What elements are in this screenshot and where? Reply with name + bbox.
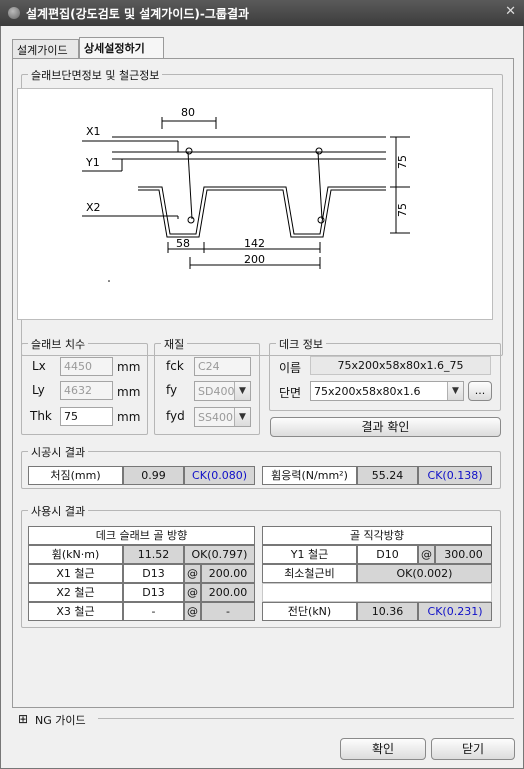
shear-label: 전단(kN)	[262, 602, 357, 621]
slab-dimension-title: 슬래브 치수	[28, 336, 89, 352]
thk-unit: mm	[117, 410, 141, 424]
dialog-client: 설계가이드 상세설정하기 슬래브단면정보 및 철근정보 X1 Y1 X2 80 …	[0, 26, 524, 769]
ok-button[interactable]: 확인	[340, 738, 426, 760]
moment-value: 11.52	[123, 545, 184, 564]
deck-section-value: 75x200x58x80x1.6	[314, 385, 421, 398]
deflection-value: 0.99	[123, 466, 184, 485]
fyd-select[interactable]: SS400 ▼	[194, 407, 251, 427]
ly-unit: mm	[117, 385, 141, 399]
construction-result-title: 시공시 결과	[28, 444, 89, 460]
dim-75-top: 75	[396, 155, 409, 169]
y1-rebar-at: @	[418, 545, 435, 564]
deck-section-label: 단면	[279, 386, 302, 400]
ly-field[interactable]: 4632	[60, 381, 113, 400]
stress-value: 55.24	[357, 466, 418, 485]
close-button[interactable]: 닫기	[431, 738, 515, 760]
min-ratio-label: 최소철근비	[262, 564, 357, 583]
chevron-down-icon[interactable]: ▼	[234, 382, 250, 400]
x3-rebar-spacing: -	[201, 602, 255, 621]
lx-label: Lx	[32, 359, 46, 373]
shear-check: CK(0.231)	[418, 602, 492, 621]
x2-rebar-spacing: 200.00	[201, 583, 255, 602]
x1-rebar-label: X1 철근	[28, 564, 123, 583]
y1-rebar-bar: D10	[357, 545, 418, 564]
dim-142: 142	[244, 237, 265, 250]
dim-200: 200	[244, 253, 265, 266]
x1-rebar-bar: D13	[123, 564, 184, 583]
fck-label: fck	[166, 359, 184, 373]
deck-name-field: 75x200x58x80x1.6_75	[310, 356, 491, 375]
tab-detail-settings[interactable]: 상세설정하기	[79, 37, 164, 58]
fyd-value: SS400	[198, 411, 233, 424]
chevron-down-icon[interactable]: ▼	[234, 408, 250, 426]
x1-label: X1	[86, 125, 101, 138]
close-icon[interactable]: ✕	[505, 4, 516, 19]
ng-guide-label[interactable]: NG 가이드	[35, 712, 86, 728]
divider	[98, 718, 514, 719]
lx-unit: mm	[117, 360, 141, 374]
fyd-label: fyd	[166, 409, 185, 423]
x3-rebar-at: @	[184, 602, 201, 621]
y1-label: Y1	[85, 156, 100, 169]
y1-rebar-label: Y1 철근	[262, 545, 357, 564]
fck-field[interactable]: C24	[194, 357, 251, 376]
dim-58: 58	[176, 237, 190, 250]
deck-section-select[interactable]: 75x200x58x80x1.6 ▼	[310, 381, 464, 401]
stress-check: CK(0.138)	[418, 466, 492, 485]
deflection-label: 처짐(mm)	[28, 466, 123, 485]
app-icon	[8, 7, 20, 19]
x2-label: X2	[86, 201, 101, 214]
min-ratio-value: OK(0.002)	[357, 564, 492, 583]
lx-field[interactable]: 4450	[60, 357, 113, 376]
chevron-down-icon[interactable]: ▼	[447, 382, 463, 400]
fy-value: SD400	[198, 385, 235, 398]
x2-rebar-bar: D13	[123, 583, 184, 602]
stress-label: 휨응력(N/mm²)	[262, 466, 357, 485]
dim-75-bottom: 75	[396, 203, 409, 217]
fy-select[interactable]: SD400 ▼	[194, 381, 251, 401]
deck-name-label: 이름	[279, 361, 302, 375]
thk-field[interactable]: 75	[60, 407, 113, 426]
deck-info-title: 데크 정보	[276, 336, 326, 352]
moment-check: OK(0.797)	[184, 545, 255, 564]
title-bar: 설계편집(강도검토 및 설계가이드)-그룹결과 ✕	[0, 0, 524, 26]
x2-rebar-at: @	[184, 583, 201, 602]
right-header: 골 직각방향	[262, 526, 492, 545]
service-result-title: 사용시 결과	[28, 503, 89, 519]
x1-rebar-at: @	[184, 564, 201, 583]
thk-label: Thk	[30, 409, 52, 423]
deck-browse-button[interactable]: ...	[468, 381, 492, 401]
material-title: 재질	[161, 336, 188, 352]
y1-rebar-spacing: 300.00	[435, 545, 492, 564]
deck-section-drawing: X1 Y1 X2 80 75 75 58 142 200	[17, 88, 493, 320]
empty-row	[262, 583, 492, 602]
confirm-result-button[interactable]: 결과 확인	[270, 417, 501, 437]
ly-label: Ly	[32, 383, 45, 397]
shear-value: 10.36	[357, 602, 418, 621]
tab-design-guide[interactable]: 설계가이드	[12, 39, 79, 58]
window-title: 설계편집(강도검토 및 설계가이드)-그룹결과	[26, 7, 250, 21]
x3-rebar-bar: -	[123, 602, 184, 621]
x1-rebar-spacing: 200.00	[201, 564, 255, 583]
group-title: 슬래브단면정보 및 철근정보	[28, 67, 163, 83]
expand-icon[interactable]: ⊞	[18, 712, 28, 726]
x3-rebar-label: X3 철근	[28, 602, 123, 621]
fy-label: fy	[166, 383, 178, 397]
moment-label: 휨(kN·m)	[28, 545, 123, 564]
deflection-check: CK(0.080)	[184, 466, 255, 485]
x2-rebar-label: X2 철근	[28, 583, 123, 602]
left-header: 데크 슬래브 골 방향	[28, 526, 255, 545]
deck-section-svg: X1 Y1 X2 80 75 75 58 142 200	[82, 106, 410, 282]
dim-80: 80	[181, 106, 195, 119]
